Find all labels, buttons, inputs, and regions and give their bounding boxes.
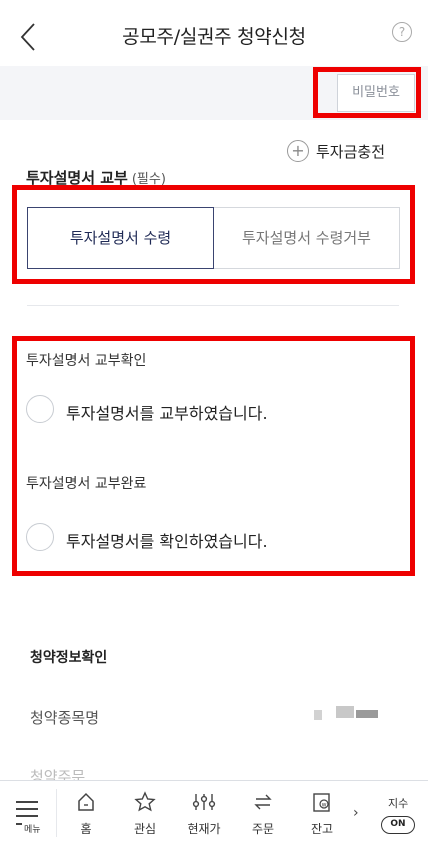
segment-receive-prospectus[interactable]: 투자설명서 수령 xyxy=(27,207,214,269)
password-button[interactable]: 비밀번호 xyxy=(337,74,415,112)
sliders-icon xyxy=(176,791,232,815)
tab-balance[interactable]: w 잔고 xyxy=(294,789,350,841)
field-label-order: 청약주문 xyxy=(30,768,86,780)
swap-icon xyxy=(235,791,291,815)
investment-charge-label: 투자금충전 xyxy=(316,142,386,161)
radio-delivered[interactable] xyxy=(26,395,54,423)
star-icon xyxy=(117,791,173,815)
radio-text-delivered[interactable]: 투자설명서를 교부하였습니다. xyxy=(66,400,268,424)
help-icon[interactable]: ? xyxy=(392,22,412,42)
tab-order[interactable]: 주문 xyxy=(235,789,291,841)
plus-circle-icon: + xyxy=(287,140,309,162)
investment-charge-button[interactable]: + 투자금충전 xyxy=(287,139,385,163)
menu-button[interactable]: 메뉴 xyxy=(14,799,42,839)
menu-label: 메뉴 xyxy=(24,825,41,835)
confirm-label-delivery: 투자설명서 교부확인 xyxy=(26,353,147,369)
header-bar: 공모주/실권주 청약신청 ? xyxy=(0,0,428,70)
tab-order-label: 주문 xyxy=(251,822,275,836)
radio-confirmed[interactable] xyxy=(26,523,54,551)
subscription-info-title: 청약정보확인 xyxy=(30,650,108,666)
tab-favorites-label: 관심 xyxy=(133,822,157,836)
more-tabs-chevron-icon[interactable]: › xyxy=(353,805,359,821)
tab-home[interactable]: 홈 xyxy=(58,789,114,841)
index-toggle[interactable]: ON xyxy=(381,816,415,834)
confirm-label-completion: 투자설명서 교부완료 xyxy=(26,476,147,492)
account-number-hidden xyxy=(18,68,22,81)
segment-refuse-prospectus[interactable]: 투자설명서 수령거부 xyxy=(214,207,400,269)
wallet-icon: w xyxy=(294,791,350,815)
tab-home-label: 홈 xyxy=(80,822,92,836)
page-title: 공모주/실권주 청약신청 xyxy=(122,26,306,48)
field-label-stock-name: 청약종목명 xyxy=(30,709,100,727)
tab-favorites[interactable]: 관심 xyxy=(117,789,173,841)
index-label: 지수 xyxy=(388,797,409,810)
radio-text-confirmed[interactable]: 투자설명서를 확인하였습니다. xyxy=(66,528,268,552)
divider xyxy=(27,305,399,306)
tab-balance-label: 잔고 xyxy=(310,822,334,836)
svg-text:w: w xyxy=(322,801,327,808)
tab-separator xyxy=(56,789,57,837)
tab-current-price-label: 현재가 xyxy=(187,822,221,836)
bottom-tab-bar: 메뉴 홈 관심 현재가 주문 w 잔고 › 지수 ON xyxy=(0,780,428,843)
field-value-stock-name-blurred xyxy=(314,704,386,722)
tab-current-price[interactable]: 현재가 xyxy=(176,789,232,841)
menu-icon xyxy=(16,801,38,803)
home-icon xyxy=(58,791,114,815)
